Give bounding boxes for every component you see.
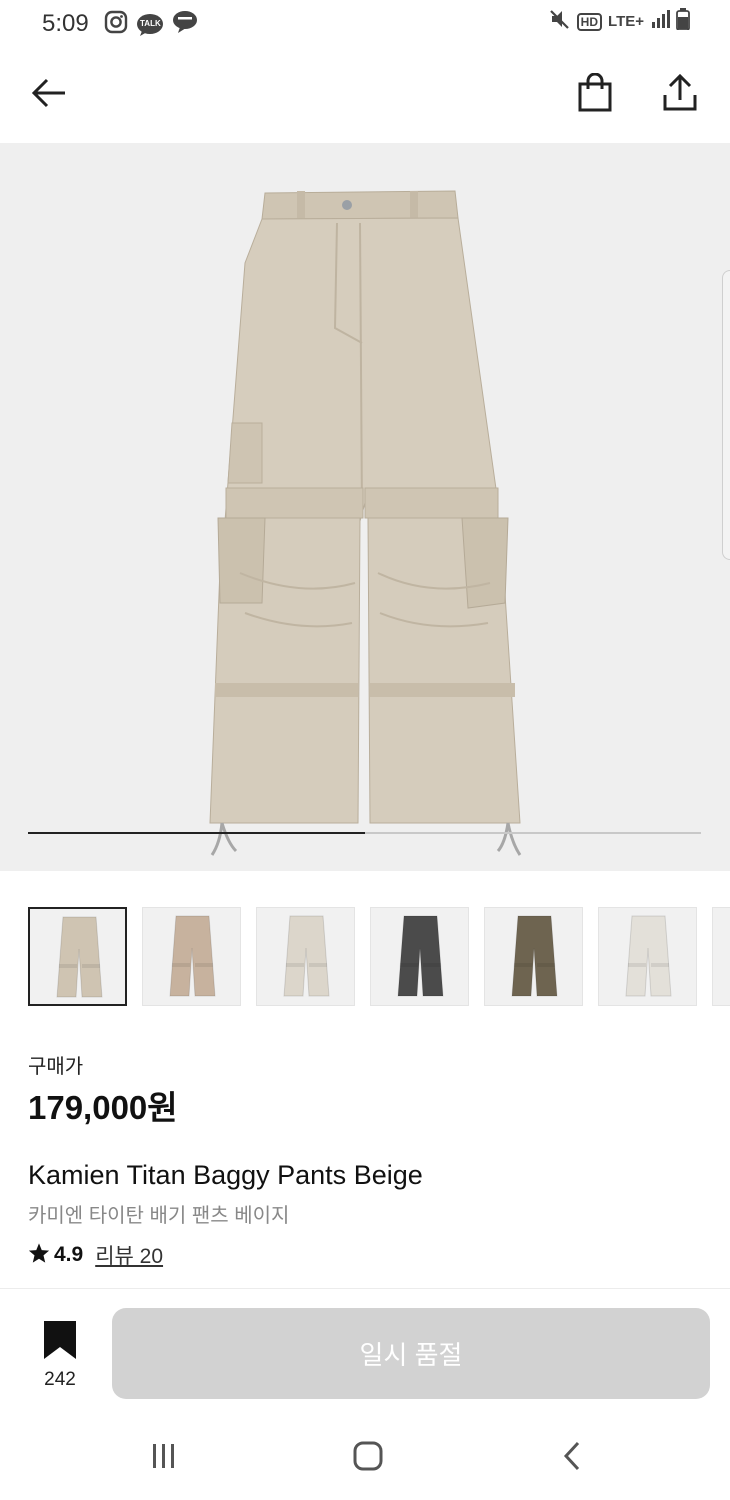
hd-icon: HD bbox=[576, 12, 603, 31]
line-icon bbox=[172, 10, 198, 39]
bottom-action-bar: 242 일시 품절 bbox=[0, 1288, 730, 1415]
next-image-peek[interactable] bbox=[722, 270, 730, 560]
thumbnail-pants-image bbox=[511, 915, 558, 997]
rating-value: 4.9 bbox=[54, 1243, 84, 1266]
back-arrow-icon bbox=[29, 73, 69, 118]
system-nav-bar bbox=[0, 1415, 730, 1500]
color-thumbnail[interactable] bbox=[598, 907, 697, 1006]
signal-icon bbox=[650, 9, 670, 34]
star-icon bbox=[28, 1242, 50, 1269]
status-bar: 5:09 TALK HD LTE+ bbox=[0, 0, 730, 48]
recent-apps-icon bbox=[149, 1441, 179, 1476]
color-thumbnail[interactable] bbox=[28, 907, 127, 1006]
status-time: 5:09 bbox=[42, 10, 89, 37]
status-right-icons: HD LTE+ bbox=[549, 8, 690, 35]
product-image-carousel[interactable] bbox=[0, 143, 730, 871]
color-thumbnail[interactable] bbox=[142, 907, 241, 1006]
back-button[interactable] bbox=[24, 70, 74, 120]
home-icon bbox=[352, 1440, 384, 1477]
lte-icon: LTE+ bbox=[608, 13, 644, 30]
status-left-icons: TALK bbox=[104, 10, 198, 39]
soldout-button[interactable]: 일시 품절 bbox=[112, 1308, 710, 1399]
battery-icon bbox=[676, 8, 690, 35]
image-progress-track bbox=[28, 832, 701, 834]
thumbnail-pants-image bbox=[169, 915, 216, 997]
shopping-bag-button[interactable] bbox=[570, 70, 620, 120]
color-thumbnail[interactable] bbox=[256, 907, 355, 1006]
thumbnail-pants-image bbox=[56, 916, 103, 998]
bookmark-button[interactable]: 242 bbox=[24, 1319, 96, 1391]
product-name-en: Kamien Titan Baggy Pants Beige bbox=[28, 1160, 423, 1190]
kakaotalk-icon: TALK bbox=[136, 13, 164, 37]
product-name-ko: 카미엔 타이탄 배기 팬츠 베이지 bbox=[28, 1205, 290, 1227]
share-icon bbox=[662, 73, 698, 118]
price-label: 구매가 bbox=[28, 1056, 84, 1078]
color-thumbnail[interactable] bbox=[370, 907, 469, 1006]
mute-icon bbox=[549, 8, 571, 35]
shopping-bag-icon bbox=[577, 72, 613, 118]
price-value: 179,000원 bbox=[28, 1089, 178, 1126]
bookmark-count: 242 bbox=[44, 1369, 76, 1390]
thumbnail-pants-image bbox=[397, 915, 444, 997]
color-thumbnail-peek[interactable] bbox=[712, 907, 730, 1006]
bookmark-icon bbox=[44, 1321, 76, 1364]
recent-apps-button[interactable] bbox=[144, 1441, 184, 1475]
talk-text: TALK bbox=[140, 18, 161, 28]
image-progress-fill bbox=[28, 832, 365, 834]
share-button[interactable] bbox=[655, 70, 705, 120]
color-thumbnail[interactable] bbox=[484, 907, 583, 1006]
instagram-icon bbox=[104, 10, 128, 39]
thumbnail-pants-image bbox=[625, 915, 672, 997]
nav-back-button[interactable] bbox=[552, 1441, 592, 1475]
color-thumbnails bbox=[28, 907, 730, 1007]
home-button[interactable] bbox=[348, 1441, 388, 1475]
thumbnail-pants-image bbox=[283, 915, 330, 997]
back-icon bbox=[560, 1440, 584, 1477]
rating-row: 4.9 리뷰 20 bbox=[28, 1240, 163, 1270]
review-link[interactable]: 리뷰 20 bbox=[95, 1240, 163, 1270]
top-app-bar bbox=[0, 48, 730, 143]
product-image bbox=[209, 190, 522, 856]
